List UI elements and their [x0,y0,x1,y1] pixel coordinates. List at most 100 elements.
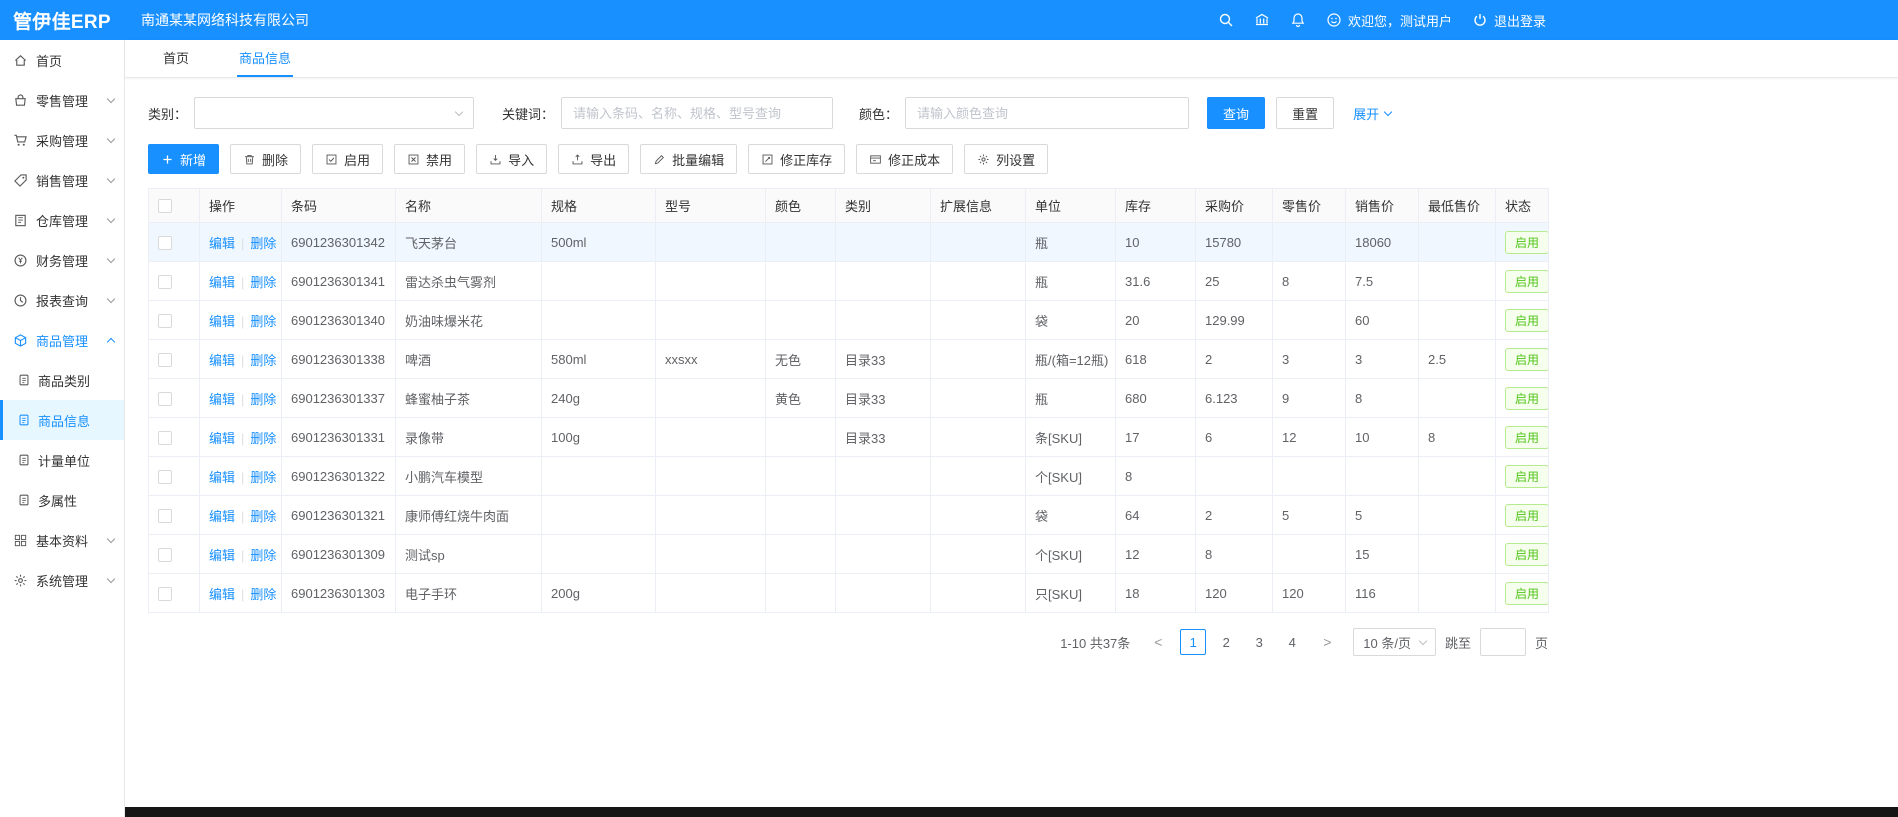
sidebar-item-system[interactable]: 系统管理 [0,560,124,600]
batch-edit-button[interactable]: 批量编辑 [640,144,737,174]
row-checkbox[interactable] [158,392,172,406]
status-badge[interactable]: 启用 [1505,348,1549,371]
row-checkbox[interactable] [158,275,172,289]
bank-icon[interactable] [1254,12,1270,28]
jump-suffix: 页 [1535,633,1548,652]
search-button[interactable]: 查询 [1207,97,1265,129]
delete-link[interactable]: 删除 [250,275,276,290]
column-header: 型号 [656,189,766,223]
page-button-3[interactable]: 3 [1246,629,1272,655]
sidebar-item-finance[interactable]: 财务管理 [0,240,124,280]
delete-link[interactable]: 删除 [250,236,276,251]
status-badge[interactable]: 启用 [1505,270,1549,293]
row-checkbox[interactable] [158,314,172,328]
enable-button[interactable]: 启用 [312,144,383,174]
cell-ext [931,301,1026,340]
search-icon[interactable] [1218,12,1234,28]
chevron-down-icon [107,574,115,582]
add-button[interactable]: 新增 [148,144,219,174]
color-input[interactable] [905,97,1189,129]
edit-link[interactable]: 编辑 [209,431,235,446]
ops-cell: 编辑|删除 [200,496,282,535]
import-button[interactable]: 导入 [476,144,547,174]
row-checkbox[interactable] [158,353,172,367]
sidebar-item-sales[interactable]: 销售管理 [0,160,124,200]
column-settings-button[interactable]: 列设置 [964,144,1048,174]
sidebar-item-home[interactable]: 首页 [0,40,124,80]
tab-product-info[interactable]: 商品信息 [237,40,293,77]
row-checkbox[interactable] [158,587,172,601]
status-badge[interactable]: 启用 [1505,231,1549,254]
status-badge[interactable]: 启用 [1505,387,1549,410]
status-badge[interactable]: 启用 [1505,309,1549,332]
row-checkbox[interactable] [158,470,172,484]
cell-sale: 7.5 [1346,262,1419,301]
tab-home[interactable]: 首页 [161,40,191,77]
welcome-user[interactable]: 欢迎您，测试用户 [1326,11,1452,30]
sidebar-item-product[interactable]: 商品管理 [0,320,124,360]
page-size-select[interactable]: 10 条/页 [1353,628,1436,656]
delete-button[interactable]: 删除 [230,144,301,174]
sidebar-subitem-product-category[interactable]: 商品类别 [0,360,124,400]
row-checkbox[interactable] [158,431,172,445]
column-settings-icon [977,153,990,166]
page-button-1[interactable]: 1 [1180,629,1206,655]
row-checkbox[interactable] [158,509,172,523]
prev-page-button[interactable]: < [1145,629,1171,655]
sidebar-item-reports[interactable]: 报表查询 [0,280,124,320]
sidebar-item-basic-data[interactable]: 基本资料 [0,520,124,560]
next-page-button[interactable]: > [1314,629,1340,655]
row-checkbox[interactable] [158,548,172,562]
cell-ext [931,496,1026,535]
edit-link[interactable]: 编辑 [209,587,235,602]
table-body: 编辑|删除6901236301342飞天茅台500ml瓶101578018060… [149,223,1549,613]
reset-button[interactable]: 重置 [1276,97,1334,129]
cell-color [766,496,836,535]
sidebar-subitem-measure-unit[interactable]: 计量单位 [0,440,124,480]
edit-link[interactable]: 编辑 [209,392,235,407]
sidebar-subitem-multi-attribute[interactable]: 多属性 [0,480,124,520]
page-button-4[interactable]: 4 [1279,629,1305,655]
delete-link[interactable]: 删除 [250,509,276,524]
sidebar-item-warehouse[interactable]: 仓库管理 [0,200,124,240]
fix-cost-button[interactable]: 修正成本 [856,144,953,174]
status-badge[interactable]: 启用 [1505,504,1549,527]
status-badge[interactable]: 启用 [1505,465,1549,488]
edit-link[interactable]: 编辑 [209,275,235,290]
edit-link[interactable]: 编辑 [209,353,235,368]
keyword-input[interactable] [561,97,833,129]
export-button[interactable]: 导出 [558,144,629,174]
logout-button[interactable]: 退出登录 [1472,11,1546,30]
jump-page-input[interactable] [1480,628,1526,656]
edit-link[interactable]: 编辑 [209,314,235,329]
edit-link[interactable]: 编辑 [209,548,235,563]
category-select[interactable] [194,97,474,129]
delete-link[interactable]: 删除 [250,587,276,602]
edit-link[interactable]: 编辑 [209,509,235,524]
delete-link[interactable]: 删除 [250,470,276,485]
sidebar-item-retail[interactable]: 零售管理 [0,80,124,120]
delete-link[interactable]: 删除 [250,548,276,563]
delete-link[interactable]: 删除 [250,392,276,407]
sidebar-item-purchase[interactable]: 采购管理 [0,120,124,160]
edit-link[interactable]: 编辑 [209,236,235,251]
expand-link[interactable]: 展开 [1353,104,1391,123]
delete-link[interactable]: 删除 [250,314,276,329]
select-all-checkbox[interactable] [158,199,172,213]
status-badge[interactable]: 启用 [1505,582,1549,605]
bell-icon[interactable] [1290,12,1306,28]
fix-stock-button[interactable]: 修正库存 [748,144,845,174]
cell-color [766,301,836,340]
disable-button[interactable]: 禁用 [394,144,465,174]
delete-link[interactable]: 删除 [250,353,276,368]
status-badge[interactable]: 启用 [1505,543,1549,566]
edit-link[interactable]: 编辑 [209,470,235,485]
sidebar-subitem-product-info[interactable]: 商品信息 [0,400,124,440]
cell-model [656,223,766,262]
cell-name: 小鹏汽车模型 [396,457,542,496]
report-icon [13,293,28,308]
delete-link[interactable]: 删除 [250,431,276,446]
page-button-2[interactable]: 2 [1213,629,1239,655]
status-badge[interactable]: 启用 [1505,426,1549,449]
row-checkbox[interactable] [158,236,172,250]
